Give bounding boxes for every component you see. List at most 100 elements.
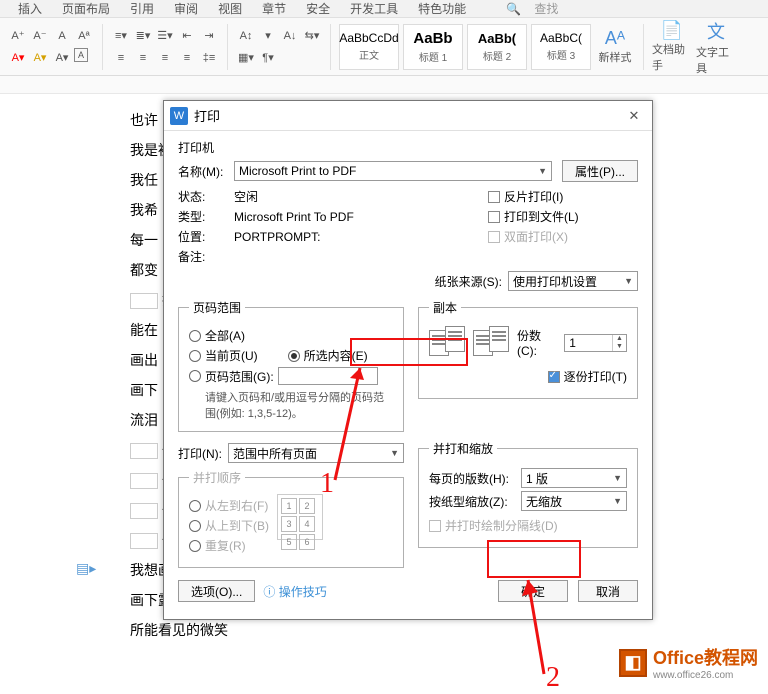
print-dialog: W 打印 ✕ 打印机 名称(M): Microsoft Print to PDF… bbox=[163, 100, 653, 620]
align-center-icon[interactable]: ≡ bbox=[133, 48, 153, 68]
sep-line-checkbox bbox=[429, 520, 441, 532]
ribbon: A⁺ A⁻ A Aª A▾ A▾ A▾ A ≡▾ ≣▾ ☰▾ ⇤ ⇥ ≡ ≡ ≡… bbox=[0, 18, 768, 76]
close-icon[interactable]: ✕ bbox=[622, 108, 646, 124]
zoom-fieldset: 并打和缩放 每页的版数(H):1 版▼ 按纸型缩放(Z):无缩放▼ 并打时绘制分… bbox=[418, 440, 638, 548]
printer-name-select[interactable]: Microsoft Print to PDF▼ bbox=[234, 161, 552, 181]
style-normal[interactable]: AaBbCcDd正文 bbox=[339, 24, 399, 70]
options-button[interactable]: 选项(O)... bbox=[178, 580, 255, 602]
text-dir-icon[interactable]: A↕ bbox=[236, 26, 256, 46]
horizontal-ruler bbox=[0, 76, 768, 94]
tab-view[interactable]: 视图 bbox=[208, 0, 252, 17]
print-what-select[interactable]: 范围中所有页面▼ bbox=[228, 443, 404, 463]
shading-icon[interactable]: ▦▾ bbox=[236, 48, 256, 68]
tips-link[interactable]: ⓘ 操作技巧 bbox=[263, 583, 326, 600]
page-range-fieldset: 页码范围 全部(A) 当前页(U) 所选内容(E) 页码范围(G): 请键入页码… bbox=[178, 299, 404, 432]
text-tools-button[interactable]: 文文字工具 bbox=[696, 24, 736, 70]
range-current-label: 当前页(U) bbox=[205, 347, 258, 364]
style-h3[interactable]: AaBbC(标题 3 bbox=[531, 24, 591, 70]
numbering-icon[interactable]: ≣▾ bbox=[133, 26, 153, 46]
ok-button[interactable]: 确定 bbox=[498, 580, 568, 602]
print-to-file-label: 打印到文件(L) bbox=[504, 208, 579, 225]
sort-icon[interactable]: A↓ bbox=[280, 26, 300, 46]
properties-button[interactable]: 属性(P)... bbox=[562, 160, 638, 182]
copies-spinner[interactable]: 1▲▼ bbox=[564, 334, 627, 352]
show-marks-icon[interactable]: ¶▾ bbox=[258, 48, 278, 68]
status-value: 空闲 bbox=[234, 188, 258, 205]
collate-preview-icon bbox=[473, 330, 509, 356]
indent-dec-icon[interactable]: ⇤ bbox=[177, 26, 197, 46]
reverse-print-label: 反片打印(I) bbox=[504, 188, 563, 205]
align-justify-icon[interactable]: ≡ bbox=[177, 48, 197, 68]
collate-checkbox[interactable]: ✓ bbox=[548, 371, 560, 383]
copies-legend: 副本 bbox=[429, 299, 461, 316]
doc-helper-icon: 📄 bbox=[661, 20, 683, 41]
per-sheet-select[interactable]: 1 版▼ bbox=[521, 468, 627, 488]
align-left-icon[interactable]: ≡ bbox=[111, 48, 131, 68]
collate-preview-icon bbox=[429, 330, 465, 356]
per-sheet-label: 每页的版数(H): bbox=[429, 470, 521, 487]
reverse-print-checkbox[interactable] bbox=[488, 191, 500, 203]
range-all-radio[interactable] bbox=[189, 330, 201, 342]
chevron-down-icon: ▼ bbox=[390, 448, 399, 458]
section-break-icon: ▤▸ bbox=[76, 560, 96, 577]
print-what-label: 打印(N): bbox=[178, 445, 222, 462]
cancel-button[interactable]: 取消 bbox=[578, 580, 638, 602]
scale-select[interactable]: 无缩放▼ bbox=[521, 491, 627, 511]
tab-chapter[interactable]: 章节 bbox=[252, 0, 296, 17]
multilevel-icon[interactable]: ☰▾ bbox=[155, 26, 175, 46]
tab-icon[interactable]: ⇆▾ bbox=[302, 26, 322, 46]
annotation-number-1: 1 bbox=[320, 468, 334, 500]
scale-label: 按纸型缩放(Z): bbox=[429, 493, 521, 510]
font-case-icon[interactable]: Aª bbox=[74, 26, 94, 46]
tab-dev[interactable]: 开发工具 bbox=[340, 0, 408, 17]
tab-layout[interactable]: 页面布局 bbox=[52, 0, 120, 17]
tab-feature[interactable]: 特色功能 bbox=[408, 0, 476, 17]
range-hint: 请键入页码和/或用逗号分隔的页码范围(例如: 1,3,5-12)。 bbox=[205, 389, 393, 421]
indent-inc-icon[interactable]: ⇥ bbox=[199, 26, 219, 46]
menu-tabs: 插入 页面布局 引用 审阅 视图 章节 安全 开发工具 特色功能 🔍 查找 bbox=[0, 0, 768, 18]
zoom-legend: 并打和缩放 bbox=[429, 440, 497, 457]
name-label: 名称(M): bbox=[178, 163, 234, 180]
align-right-icon[interactable]: ≡ bbox=[155, 48, 175, 68]
printer-section-label: 打印机 bbox=[178, 139, 638, 156]
search-box[interactable]: 🔍 查找 bbox=[496, 0, 578, 17]
order-preview-icon: 123456 bbox=[277, 494, 323, 540]
char-border-icon[interactable]: A bbox=[74, 48, 88, 62]
range-pages-input[interactable] bbox=[278, 367, 378, 385]
font-decrease-icon[interactable]: A⁻ bbox=[30, 26, 50, 46]
order-repeat-radio bbox=[189, 540, 201, 552]
range-current-radio[interactable] bbox=[189, 350, 201, 362]
doc-line: 所能看见的微笑 bbox=[130, 616, 668, 644]
order-fieldset: 并打顺序 从左到右(F) 从上到下(B) 重复(R) 123456 bbox=[178, 469, 404, 568]
type-value: Microsoft Print To PDF bbox=[234, 210, 354, 224]
collate-label: 逐份打印(T) bbox=[564, 368, 627, 385]
tab-ref[interactable]: 引用 bbox=[120, 0, 164, 17]
font-style-a-icon[interactable]: A bbox=[52, 26, 72, 46]
tab-security[interactable]: 安全 bbox=[296, 0, 340, 17]
doc-helper-button[interactable]: 📄文档助手 bbox=[652, 24, 692, 70]
range-selection-radio[interactable] bbox=[288, 350, 300, 362]
highlight-icon[interactable]: A▾ bbox=[30, 48, 50, 68]
font-color-icon[interactable]: A▾ bbox=[8, 48, 28, 68]
bullets-icon[interactable]: ≡▾ bbox=[111, 26, 131, 46]
paper-source-select[interactable]: 使用打印机设置▼ bbox=[508, 271, 638, 291]
range-pages-radio[interactable] bbox=[189, 370, 201, 382]
order-tb-radio bbox=[189, 520, 201, 532]
app-icon: W bbox=[170, 107, 188, 125]
new-style-button[interactable]: Aᴬ新样式 bbox=[595, 24, 635, 70]
status-label: 状态: bbox=[178, 188, 234, 205]
duplex-checkbox bbox=[488, 231, 500, 243]
dialog-titlebar[interactable]: W 打印 ✕ bbox=[164, 101, 652, 131]
tab-review[interactable]: 审阅 bbox=[164, 0, 208, 17]
style-h2[interactable]: AaBb(标题 2 bbox=[467, 24, 527, 70]
border-icon[interactable]: ▾ bbox=[258, 26, 278, 46]
font-increase-icon[interactable]: A⁺ bbox=[8, 26, 28, 46]
order-lr-radio bbox=[189, 500, 201, 512]
font-a-icon[interactable]: A▾ bbox=[52, 48, 72, 68]
print-to-file-checkbox[interactable] bbox=[488, 211, 500, 223]
note-label: 备注: bbox=[178, 248, 234, 265]
tab-insert[interactable]: 插入 bbox=[8, 0, 52, 17]
range-pages-label: 页码范围(G): bbox=[205, 368, 274, 385]
style-h1[interactable]: AaBb标题 1 bbox=[403, 24, 463, 70]
line-spacing-icon[interactable]: ‡≡ bbox=[199, 48, 219, 68]
